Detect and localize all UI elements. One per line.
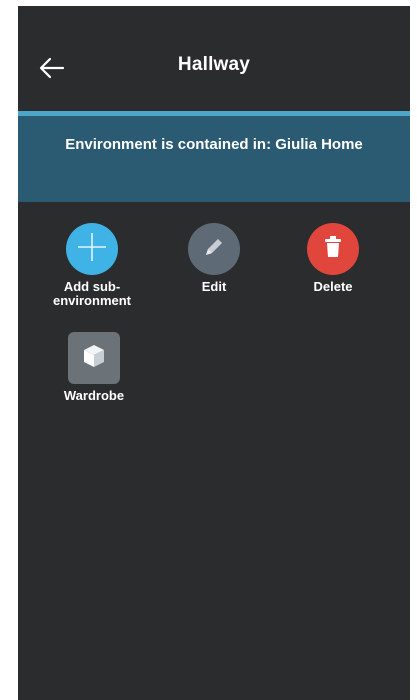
top-bar: Hallway (18, 6, 410, 111)
edit-button[interactable]: Edit (164, 223, 264, 294)
wardrobe-cube-icon (79, 341, 109, 376)
add-circle (66, 223, 118, 275)
pencil-icon (201, 234, 227, 265)
banner-text: Environment is contained in: Giulia Home (65, 136, 363, 153)
environment-item-wardrobe[interactable]: Wardrobe (54, 332, 134, 403)
delete-label: Delete (313, 279, 353, 294)
add-sub-environment-button[interactable]: Add sub- environment (42, 223, 142, 308)
app-screen: Hallway Environment is contained in: Giu… (18, 6, 410, 700)
plus-icon (75, 230, 109, 269)
trash-icon (322, 234, 344, 265)
page-title: Hallway (177, 54, 251, 75)
wardrobe-label: Wardrobe (63, 388, 125, 403)
wardrobe-tile (68, 332, 120, 384)
parent-environment-banner: Environment is contained in: Giulia Home (18, 111, 410, 202)
add-sub-environment-label: Add sub- environment (52, 279, 131, 308)
delete-button[interactable]: Delete (283, 223, 383, 294)
edit-circle (188, 223, 240, 275)
delete-circle (307, 223, 359, 275)
edit-label: Edit (201, 279, 227, 294)
